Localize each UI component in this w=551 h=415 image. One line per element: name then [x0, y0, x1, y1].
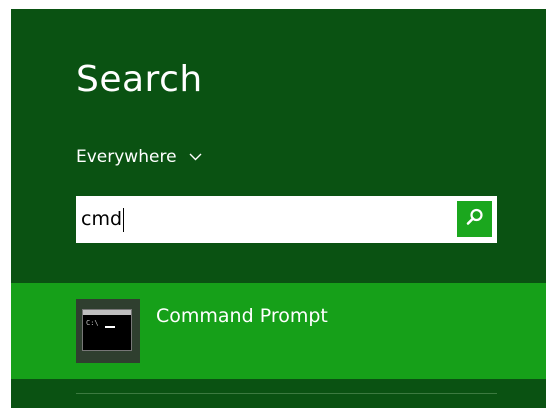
console-title-bar: [83, 310, 131, 315]
text-caret: [123, 207, 125, 232]
console-prompt-text: C:\: [86, 319, 99, 327]
chevron-down-icon: [189, 148, 202, 165]
search-result-label: Command Prompt: [156, 305, 328, 327]
search-button[interactable]: [456, 200, 493, 238]
search-result-item[interactable]: C:\ Command Prompt: [11, 283, 546, 379]
magnifier-icon: [466, 208, 484, 230]
search-scope-dropdown[interactable]: Everywhere: [76, 149, 202, 166]
page-title: Search: [76, 59, 203, 100]
results-divider: [76, 393, 497, 394]
search-box: cmd: [76, 196, 497, 243]
search-scope-label: Everywhere: [76, 147, 177, 167]
search-pane: Search Everywhere cmd C:\ Command Prompt: [11, 9, 546, 408]
search-input[interactable]: cmd: [76, 196, 446, 243]
command-prompt-icon: C:\: [76, 299, 140, 363]
console-cursor: [105, 326, 115, 328]
console-window-graphic: C:\: [82, 309, 132, 351]
search-query-text: cmd: [81, 208, 123, 230]
